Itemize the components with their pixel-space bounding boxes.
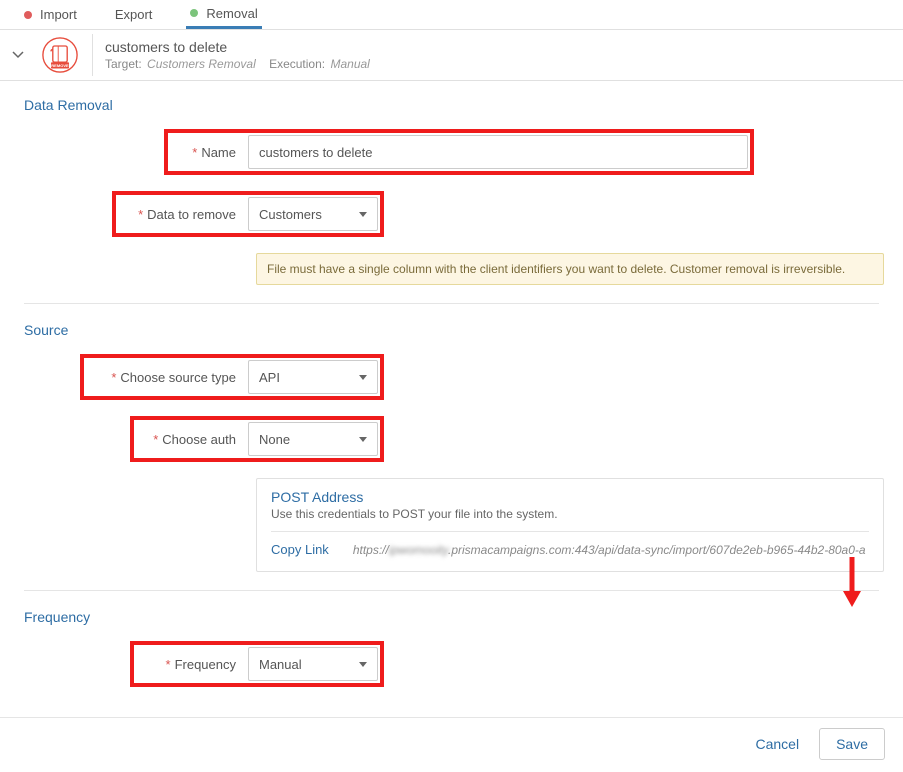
save-button[interactable]: Save: [819, 728, 885, 760]
row-choose-auth: *Choose auth None: [24, 416, 879, 462]
page-subtitle: Target: Customers Removal Execution: Man…: [105, 57, 380, 71]
data-to-remove-dropdown[interactable]: Customers: [248, 197, 378, 231]
collapse-toggle[interactable]: [8, 45, 28, 65]
highlight-name: *Name: [164, 129, 754, 175]
header-text: customers to delete Target: Customers Re…: [105, 39, 380, 71]
divider: [92, 34, 93, 76]
choose-auth-dropdown[interactable]: None: [248, 422, 378, 456]
remove-icon: REMOVE: [40, 35, 80, 75]
highlight-frequency: *Frequency Manual: [130, 641, 384, 687]
target-label: Target:: [105, 57, 142, 71]
section-title-data-removal: Data Removal: [24, 97, 879, 113]
tab-label: Export: [115, 7, 153, 22]
chevron-down-icon: [359, 212, 367, 217]
footer: Cancel Save: [0, 717, 903, 772]
row-name: *Name: [24, 129, 879, 175]
tab-label: Removal: [206, 6, 257, 21]
name-input[interactable]: [248, 135, 748, 169]
dropdown-value: Manual: [259, 657, 302, 672]
row-data-to-remove: *Data to remove Customers: [24, 191, 879, 237]
divider: [24, 590, 879, 591]
page-header: REMOVE customers to delete Target: Custo…: [0, 30, 903, 81]
chevron-down-icon: [12, 49, 24, 61]
post-url: https://ipwomooity.prismacampaigns.com:4…: [353, 543, 866, 557]
top-tabs: Import Export Removal: [0, 0, 903, 30]
cancel-button[interactable]: Cancel: [745, 728, 809, 760]
copy-link[interactable]: Copy Link: [271, 542, 329, 557]
highlight-source-type: *Choose source type API: [80, 354, 384, 400]
dot-icon: [190, 9, 198, 17]
svg-text:REMOVE: REMOVE: [51, 63, 69, 68]
frequency-label: Frequency: [175, 657, 236, 672]
page-title: customers to delete: [105, 39, 380, 55]
post-title: POST Address: [271, 489, 869, 505]
warning-message: File must have a single column with the …: [256, 253, 884, 285]
choose-auth-label: Choose auth: [162, 432, 236, 447]
dot-icon: [24, 11, 32, 19]
dropdown-value: None: [259, 432, 290, 447]
frequency-dropdown[interactable]: Manual: [248, 647, 378, 681]
target-value: Customers Removal: [147, 57, 256, 71]
tab-import[interactable]: Import: [20, 0, 81, 29]
post-address-box: POST Address Use this credentials to POS…: [256, 478, 884, 572]
name-label: Name: [201, 145, 236, 160]
section-title-frequency: Frequency: [24, 609, 879, 625]
row-source-type: *Choose source type API: [24, 354, 879, 400]
chevron-down-icon: [359, 662, 367, 667]
divider: [24, 303, 879, 304]
tab-removal[interactable]: Removal: [186, 0, 261, 29]
row-frequency: *Frequency Manual: [24, 641, 879, 687]
highlight-choose-auth: *Choose auth None: [130, 416, 384, 462]
chevron-down-icon: [359, 437, 367, 442]
tab-label: Import: [40, 7, 77, 22]
post-subtitle: Use this credentials to POST your file i…: [271, 507, 869, 521]
data-to-remove-label: Data to remove: [147, 207, 236, 222]
choose-source-label: Choose source type: [120, 370, 236, 385]
dropdown-value: API: [259, 370, 280, 385]
tab-export[interactable]: Export: [111, 0, 157, 29]
dropdown-value: Customers: [259, 207, 322, 222]
execution-label: Execution:: [269, 57, 325, 71]
section-title-source: Source: [24, 322, 879, 338]
chevron-down-icon: [359, 375, 367, 380]
highlight-data-to-remove: *Data to remove Customers: [112, 191, 384, 237]
execution-value: Manual: [330, 57, 369, 71]
source-type-dropdown[interactable]: API: [248, 360, 378, 394]
